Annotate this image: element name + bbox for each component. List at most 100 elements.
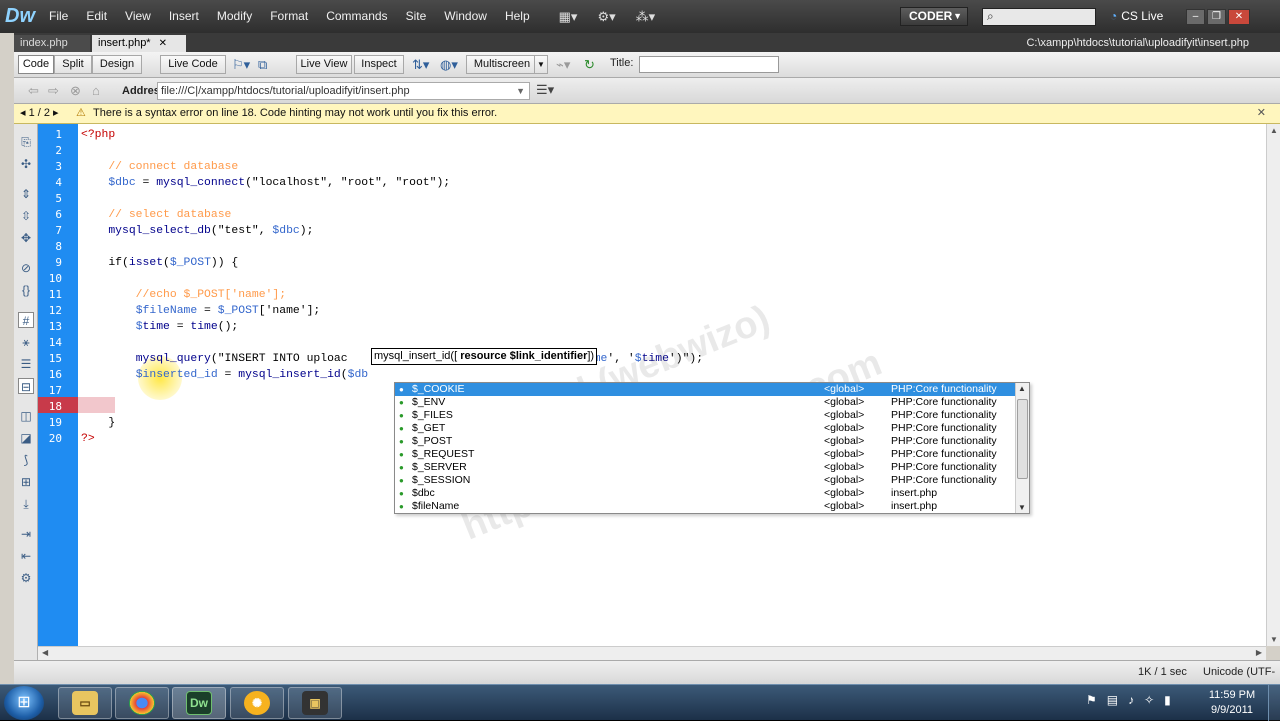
bluetooth-icon[interactable]: ✧ [1144, 693, 1154, 707]
scroll-left-icon[interactable]: ◀ [42, 648, 48, 657]
workspace-switcher[interactable]: CODER ▼ [900, 7, 968, 26]
taskbar-chrome[interactable] [115, 687, 169, 719]
live-view-button[interactable]: Live View [296, 55, 352, 74]
tab-index-php[interactable]: index.php [14, 35, 90, 52]
menu-modify[interactable]: Modify [208, 0, 261, 33]
code-line[interactable] [81, 143, 703, 159]
code-hint-item[interactable]: ● $_SERVER <global> PHP:Core functionality [395, 461, 1029, 474]
code-line[interactable]: // select database [81, 207, 703, 223]
menu-insert[interactable]: Insert [160, 0, 208, 33]
start-button[interactable]: ⊞ [4, 686, 44, 720]
code-hint-item[interactable]: ● $_SESSION <global> PHP:Core functionality [395, 474, 1029, 487]
code-line[interactable]: // connect database [81, 159, 703, 175]
menu-help[interactable]: Help [496, 0, 539, 33]
chevron-down-icon[interactable]: ▼ [516, 83, 525, 99]
preview-browser-icon[interactable]: ◍▾ [440, 56, 458, 73]
code-view-button[interactable]: Code [18, 55, 54, 74]
scroll-up-icon[interactable]: ▲ [1270, 126, 1278, 135]
scroll-thumb[interactable] [1017, 399, 1028, 479]
layout-icon[interactable]: ▦▾ [553, 9, 584, 25]
menu-format[interactable]: Format [261, 0, 317, 33]
code-line[interactable]: <?php [81, 127, 703, 143]
code-hint-item[interactable]: ● $_ENV <global> PHP:Core functionality [395, 396, 1029, 409]
multiscreen-dropdown-icon[interactable]: ▼ [534, 55, 548, 74]
editor-vertical-scrollbar[interactable]: ▲ ▼ [1266, 124, 1280, 646]
menu-view[interactable]: View [116, 0, 160, 33]
balance-braces-icon[interactable]: {} [18, 282, 34, 298]
scroll-up-icon[interactable]: ▲ [1018, 384, 1026, 393]
code-line[interactable]: //echo $_POST['name']; [81, 287, 703, 303]
collapse-tag-icon[interactable]: ⇕ [18, 186, 34, 202]
wrap-tag-icon[interactable]: ⟆ [18, 452, 34, 468]
split-view-button[interactable]: Split [54, 55, 92, 74]
show-desktop-button[interactable] [1268, 685, 1280, 721]
menu-edit[interactable]: Edit [77, 0, 116, 33]
remove-comment-icon[interactable]: ◪ [18, 430, 34, 446]
code-line[interactable] [81, 271, 703, 287]
taskbar-explorer[interactable]: ▭ [58, 687, 112, 719]
close-icon[interactable]: ✕ [1257, 104, 1266, 123]
address-input[interactable]: file:///C|/xampp/htdocs/tutorial/uploadi… [157, 82, 530, 100]
select-parent-tag-icon[interactable]: ⊘ [18, 260, 34, 276]
back-icon[interactable]: ⇦ [28, 83, 39, 99]
system-clock[interactable]: 11:59 PM 9/9/2011 [1200, 688, 1264, 718]
forward-icon[interactable]: ⇨ [48, 83, 59, 99]
browser-options-icon[interactable]: ☰▾ [536, 82, 554, 98]
scroll-down-icon[interactable]: ▼ [1018, 503, 1026, 512]
multiscreen-button[interactable]: Multiscreen [466, 55, 538, 74]
taskbar-dreamweaver[interactable]: Dw [172, 687, 226, 719]
menu-site[interactable]: Site [397, 0, 436, 33]
taskbar-video[interactable]: ▣ [288, 687, 342, 719]
refresh-icon[interactable]: ↻ [584, 56, 595, 73]
title-input[interactable] [639, 56, 779, 73]
scroll-down-icon[interactable]: ▼ [1270, 635, 1278, 644]
code-hint-item[interactable]: ● $_REQUEST <global> PHP:Core functionality [395, 448, 1029, 461]
taskbar-xampp[interactable]: ✺ [230, 687, 284, 719]
show-code-navigator-icon[interactable]: ✣ [18, 156, 34, 172]
stop-icon[interactable]: ⊗ [70, 83, 81, 99]
design-view-button[interactable]: Design [92, 55, 142, 74]
code-hint-item[interactable]: ● $_POST <global> PHP:Core functionality [395, 435, 1029, 448]
collapse-selection-icon[interactable]: ⇳ [18, 208, 34, 224]
code-line[interactable] [81, 239, 703, 255]
scroll-right-icon[interactable]: ▶ [1256, 648, 1262, 657]
code-line[interactable]: $inserted_id = mysql_insert_id($db [81, 367, 703, 383]
code-hint-item[interactable]: ● $fileName <global> insert.php [395, 500, 1029, 513]
site-icon[interactable]: ⁂▾ [630, 9, 662, 25]
visual-aids-icon[interactable]: ⌁▾ [556, 56, 570, 73]
close-button[interactable]: ✕ [1228, 9, 1250, 25]
code-editor[interactable]: 1 2 3 4 5 6 7 8 9 10 11 12 13 14 15 16 17 18 19 20 <?php //… [38, 124, 1266, 646]
recent-snippets-icon[interactable]: ⊞ [18, 474, 34, 490]
code-line[interactable]: $time = time(); [81, 319, 703, 335]
help-search-input[interactable]: ⌕ [982, 8, 1096, 26]
code-line[interactable] [81, 191, 703, 207]
menu-commands[interactable]: Commands [317, 0, 396, 33]
code-line[interactable]: $dbc = mysql_connect("localhost", "root"… [81, 175, 703, 191]
maximize-button[interactable]: ❐ [1207, 9, 1226, 25]
inspect-button[interactable]: Inspect [354, 55, 404, 74]
tab-insert-php[interactable]: insert.php* ✕ [92, 35, 186, 52]
live-code-options-icon[interactable]: ⚐▾ [232, 56, 250, 73]
gear-icon[interactable]: ⚙▾ [591, 9, 621, 25]
check-browser-icon[interactable]: ⧉ [258, 56, 267, 73]
close-tab-icon[interactable]: ✕ [159, 38, 167, 49]
editor-horizontal-scrollbar[interactable]: ◀ ▶ [38, 646, 1266, 660]
infobar-nav[interactable]: ◂ 1 / 2 ▸ [20, 104, 59, 123]
minimize-button[interactable]: – [1186, 9, 1205, 25]
code-hint-item[interactable]: ● $_COOKIE <global> PHP:Core functionality [395, 383, 1029, 396]
signal-icon[interactable]: ▮ [1164, 693, 1171, 707]
menu-file[interactable]: File [40, 0, 77, 33]
highlight-invalid-code-icon[interactable]: ⚹ [18, 334, 34, 350]
open-documents-icon[interactable]: ⎘ [18, 134, 34, 150]
line-numbers-icon[interactable]: # [18, 312, 34, 328]
live-code-button[interactable]: Live Code [160, 55, 226, 74]
network-icon[interactable]: ▤ [1107, 693, 1118, 707]
code-hint-item[interactable]: ● $_GET <global> PHP:Core functionality [395, 422, 1029, 435]
indent-code-icon[interactable]: ⇥ [18, 526, 34, 542]
live-view-options-icon[interactable]: ⇅▾ [412, 56, 429, 73]
syntax-coloring-icon[interactable]: ⊟ [18, 378, 34, 394]
code-hint-item[interactable]: ● $_FILES <global> PHP:Core functionality [395, 409, 1029, 422]
volume-icon[interactable]: ♪ [1128, 693, 1134, 707]
home-icon[interactable]: ⌂ [92, 83, 100, 98]
code-hint-item[interactable]: ● $dbc <global> insert.php [395, 487, 1029, 500]
